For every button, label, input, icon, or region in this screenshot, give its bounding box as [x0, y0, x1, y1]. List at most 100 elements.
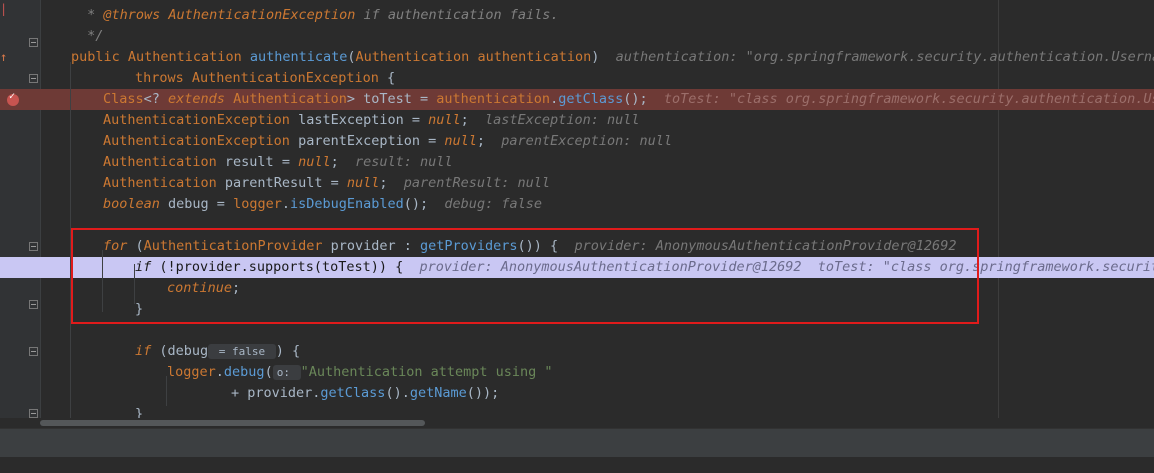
- debugger-inline-value: result: null: [338, 154, 453, 170]
- code-token: ;: [460, 112, 469, 128]
- code-token: AuthenticationException: [160, 7, 356, 23]
- code-token: boolean: [103, 196, 169, 212]
- code-token: ;: [330, 154, 339, 170]
- code-token: ;: [476, 133, 486, 149]
- indent-guide: [134, 264, 135, 304]
- debugger-inline-value: authentication: "org.springframework.sec…: [615, 49, 1154, 65]
- code-token: ) {: [275, 343, 301, 359]
- code-token: @throws: [103, 7, 161, 23]
- fold-toggle-icon[interactable]: [29, 74, 38, 83]
- code-line[interactable]: throws AuthenticationException {: [0, 68, 1154, 89]
- code-token: <?: [143, 91, 169, 107]
- code-text: Authentication result = null; result: nu…: [103, 152, 453, 173]
- fold-toggle-icon[interactable]: [29, 242, 38, 251]
- code-line[interactable]: if (debug = false ) {: [0, 341, 1154, 362]
- code-text: AuthenticationException parentException …: [103, 131, 672, 152]
- code-line[interactable]: */: [0, 26, 1154, 47]
- debugger-inline-value: toTest: "class org.springframework.secur…: [663, 91, 1154, 107]
- debugger-inline-value: parentException: null: [485, 133, 672, 149]
- code-line[interactable]: + provider.getClass().getName());: [0, 383, 1154, 404]
- code-token: Authentication: [233, 91, 347, 107]
- code-token: null: [444, 133, 477, 149]
- code-line[interactable]: AuthenticationException parentException …: [0, 131, 1154, 152]
- fold-toggle-icon[interactable]: [29, 409, 38, 418]
- code-text: public Authentication authenticate(Authe…: [71, 47, 1154, 68]
- code-token: getName: [409, 385, 467, 401]
- code-text: * @throws AuthenticationException if aut…: [79, 5, 558, 26]
- code-token: public: [71, 49, 128, 65]
- code-token: Authentication: [127, 49, 250, 65]
- code-token: lastException =: [298, 112, 429, 128]
- code-text: */: [79, 26, 103, 47]
- code-token: debug: [223, 364, 265, 380]
- code-token: (: [347, 49, 356, 65]
- code-text: AuthenticationException lastException = …: [103, 110, 639, 131]
- code-token: isDebugEnabled: [289, 196, 404, 212]
- fold-toggle-icon[interactable]: [29, 300, 38, 309]
- fold-toggle-icon[interactable]: [29, 38, 38, 47]
- code-token: .: [215, 364, 224, 380]
- code-token: parentResult =: [224, 175, 347, 191]
- code-line[interactable]: Authentication result = null; result: nu…: [0, 152, 1154, 173]
- code-line[interactable]: public Authentication authenticate(Authe…: [0, 47, 1154, 68]
- fold-toggle-icon[interactable]: [29, 347, 38, 356]
- code-token: authenticate: [249, 49, 348, 65]
- code-token: Authentication: [355, 49, 478, 65]
- code-token: if: [135, 343, 160, 359]
- code-token: null: [298, 154, 331, 170]
- code-token: AuthenticationException: [103, 112, 299, 128]
- debugger-inline-value: lastException: null: [468, 112, 640, 128]
- code-token: .: [281, 196, 290, 212]
- bottom-tool-panel: [0, 428, 1154, 458]
- indent-guide: [70, 62, 71, 418]
- horizontal-scrollbar[interactable]: [0, 418, 1154, 428]
- code-text: logger.debug(o: "Authentication attempt …: [167, 362, 553, 383]
- code-line[interactable]: * @throws AuthenticationException if aut…: [0, 5, 1154, 26]
- code-token: ();: [623, 91, 648, 107]
- indent-guide: [166, 376, 167, 406]
- code-line[interactable]: AuthenticationException lastException = …: [0, 110, 1154, 131]
- code-token: *: [79, 7, 104, 23]
- code-text: Authentication parentResult = null; pare…: [103, 173, 550, 194]
- code-token: null: [428, 112, 461, 128]
- code-token: {: [378, 70, 396, 86]
- scrollbar-thumb[interactable]: [40, 420, 425, 426]
- indent-guide: [102, 250, 103, 312]
- code-line[interactable]: }: [0, 404, 1154, 418]
- code-token: getClass: [320, 385, 386, 401]
- code-text: }: [135, 404, 143, 418]
- code-token: logger: [167, 364, 216, 380]
- code-token: }: [135, 406, 144, 418]
- code-token: logger: [233, 196, 282, 212]
- code-text: + provider.getClass().getName());: [231, 383, 499, 404]
- status-bar: [0, 457, 1154, 473]
- parameter-inlay-hint: o:: [272, 365, 301, 380]
- code-text: throws AuthenticationException {: [135, 68, 395, 89]
- debugger-inline-value: parentResult: null: [387, 175, 551, 191]
- breakpoint-icon[interactable]: [7, 91, 19, 106]
- code-token: authentication: [436, 91, 551, 107]
- code-token: "Authentication attempt using ": [300, 364, 553, 380]
- code-token: extends: [168, 91, 234, 107]
- code-token: ;: [379, 175, 388, 191]
- code-editor[interactable]: * @throws AuthenticationException if aut…: [0, 0, 1154, 418]
- code-token: (debug: [159, 343, 209, 359]
- implements-method-icon[interactable]: ↑: [0, 50, 7, 64]
- code-token: result =: [224, 154, 299, 170]
- code-token: ();: [403, 196, 429, 212]
- code-token: + provider.: [231, 385, 321, 401]
- code-line[interactable]: logger.debug(o: "Authentication attempt …: [0, 362, 1154, 383]
- code-token: ());: [466, 385, 500, 401]
- code-line[interactable]: Authentication parentResult = null; pare…: [0, 173, 1154, 194]
- code-token: Class: [103, 91, 144, 107]
- code-token: AuthenticationException: [103, 133, 299, 149]
- change-marker-icon: |: [0, 2, 8, 16]
- code-text: if (debug = false ) {: [135, 341, 300, 362]
- code-token: Authentication: [103, 154, 225, 170]
- breakpoint-line[interactable]: Class<? extends Authentication> toTest =…: [0, 89, 1154, 110]
- code-token: */: [79, 28, 104, 44]
- code-line[interactable]: boolean debug = logger.isDebugEnabled();…: [0, 194, 1154, 215]
- code-token: > toTest =: [346, 91, 437, 107]
- code-text: boolean debug = logger.isDebugEnabled();…: [103, 194, 542, 215]
- code-token: throws: [135, 70, 192, 86]
